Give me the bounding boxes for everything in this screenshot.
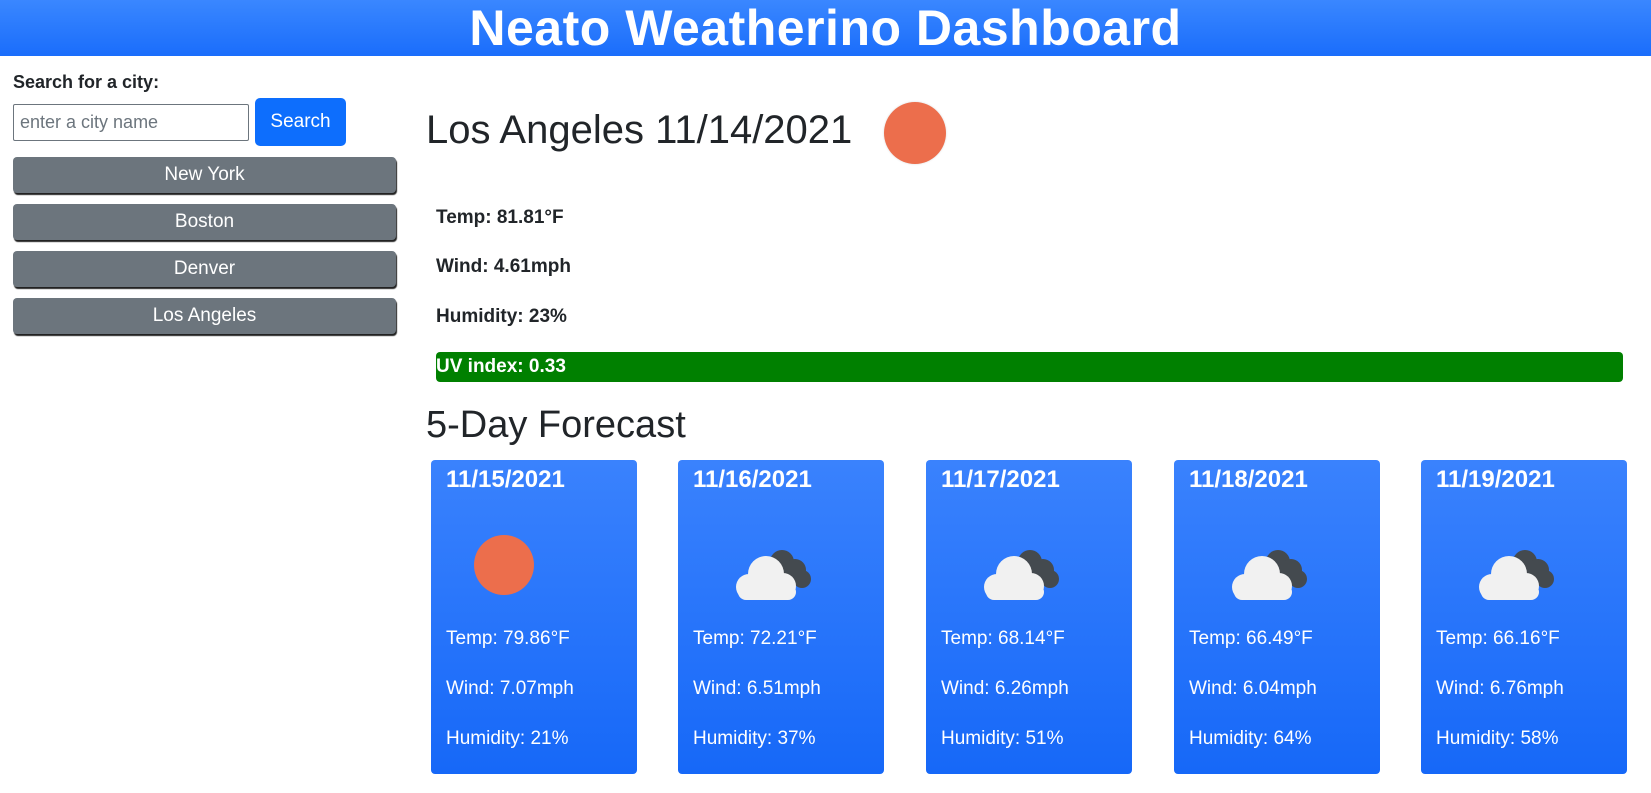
sun-icon — [884, 102, 947, 164]
history-button-denver[interactable]: Denver — [13, 251, 396, 287]
forecast-wind: Wind: 6.76mph — [1436, 678, 1564, 699]
current-temp: Temp: 81.81°F — [436, 207, 564, 228]
search-history: New York Boston Denver Los Angeles — [13, 157, 396, 334]
current-weather-header: Los Angeles 11/14/2021 — [426, 96, 947, 164]
forecast-temp: Temp: 68.14°F — [941, 628, 1065, 649]
forecast-wind: Wind: 7.07mph — [446, 678, 574, 699]
current-humidity: Humidity: 23% — [436, 306, 567, 327]
current-wind: Wind: 4.61mph — [436, 256, 571, 277]
forecast-humidity: Humidity: 64% — [1189, 728, 1312, 749]
forecast-wind: Wind: 6.26mph — [941, 678, 1069, 699]
current-city-title: Los Angeles 11/14/2021 — [426, 107, 853, 152]
forecast-card: 11/17/2021 Temp: 68.14°F Wind: 6.26mph H… — [926, 460, 1132, 774]
forecast-humidity: Humidity: 37% — [693, 728, 816, 749]
history-button-los-angeles[interactable]: Los Angeles — [13, 298, 396, 334]
forecast-date: 11/17/2021 — [941, 466, 1060, 493]
forecast-humidity: Humidity: 21% — [446, 728, 569, 749]
forecast-date: 11/18/2021 — [1189, 466, 1308, 493]
forecast-wind: Wind: 6.51mph — [693, 678, 821, 699]
forecast-card: 11/18/2021 Temp: 66.49°F Wind: 6.04mph H… — [1174, 460, 1380, 774]
cloud-icon — [984, 550, 1059, 600]
forecast-temp: Temp: 66.16°F — [1436, 628, 1560, 649]
cloud-icon — [736, 550, 811, 600]
forecast-card: 11/15/2021 Temp: 79.86°F Wind: 7.07mph H… — [431, 460, 637, 774]
cloud-icon — [1232, 550, 1307, 600]
page-title: Neato Weatherino Dashboard — [469, 0, 1182, 56]
forecast-card: 11/19/2021 Temp: 66.16°F Wind: 6.76mph H… — [1421, 460, 1627, 774]
forecast-card: 11/16/2021 Temp: 72.21°F Wind: 6.51mph H… — [678, 460, 884, 774]
forecast-wind: Wind: 6.04mph — [1189, 678, 1317, 699]
history-button-new-york[interactable]: New York — [13, 157, 396, 193]
cloud-icon — [1479, 550, 1554, 600]
forecast-humidity: Humidity: 51% — [941, 728, 1064, 749]
forecast-date: 11/15/2021 — [446, 466, 565, 493]
forecast-temp: Temp: 66.49°F — [1189, 628, 1313, 649]
forecast-date: 11/19/2021 — [1436, 466, 1555, 493]
page-header: Neato Weatherino Dashboard — [0, 0, 1651, 56]
search-input[interactable] — [13, 103, 249, 141]
sidebar: Search for a city: Search New York Bosto… — [13, 70, 396, 345]
forecast-temp: Temp: 72.21°F — [693, 628, 817, 649]
uv-index-badge: UV index: 0.33 — [436, 352, 1623, 382]
forecast-date: 11/16/2021 — [693, 466, 812, 493]
sun-icon — [474, 535, 534, 595]
forecast-title: 5-Day Forecast — [426, 404, 686, 446]
forecast-temp: Temp: 79.86°F — [446, 628, 570, 649]
search-label: Search for a city: — [13, 72, 160, 92]
search-button[interactable]: Search — [255, 98, 346, 146]
history-button-boston[interactable]: Boston — [13, 204, 396, 240]
forecast-humidity: Humidity: 58% — [1436, 728, 1559, 749]
search-row: Search — [13, 98, 396, 146]
